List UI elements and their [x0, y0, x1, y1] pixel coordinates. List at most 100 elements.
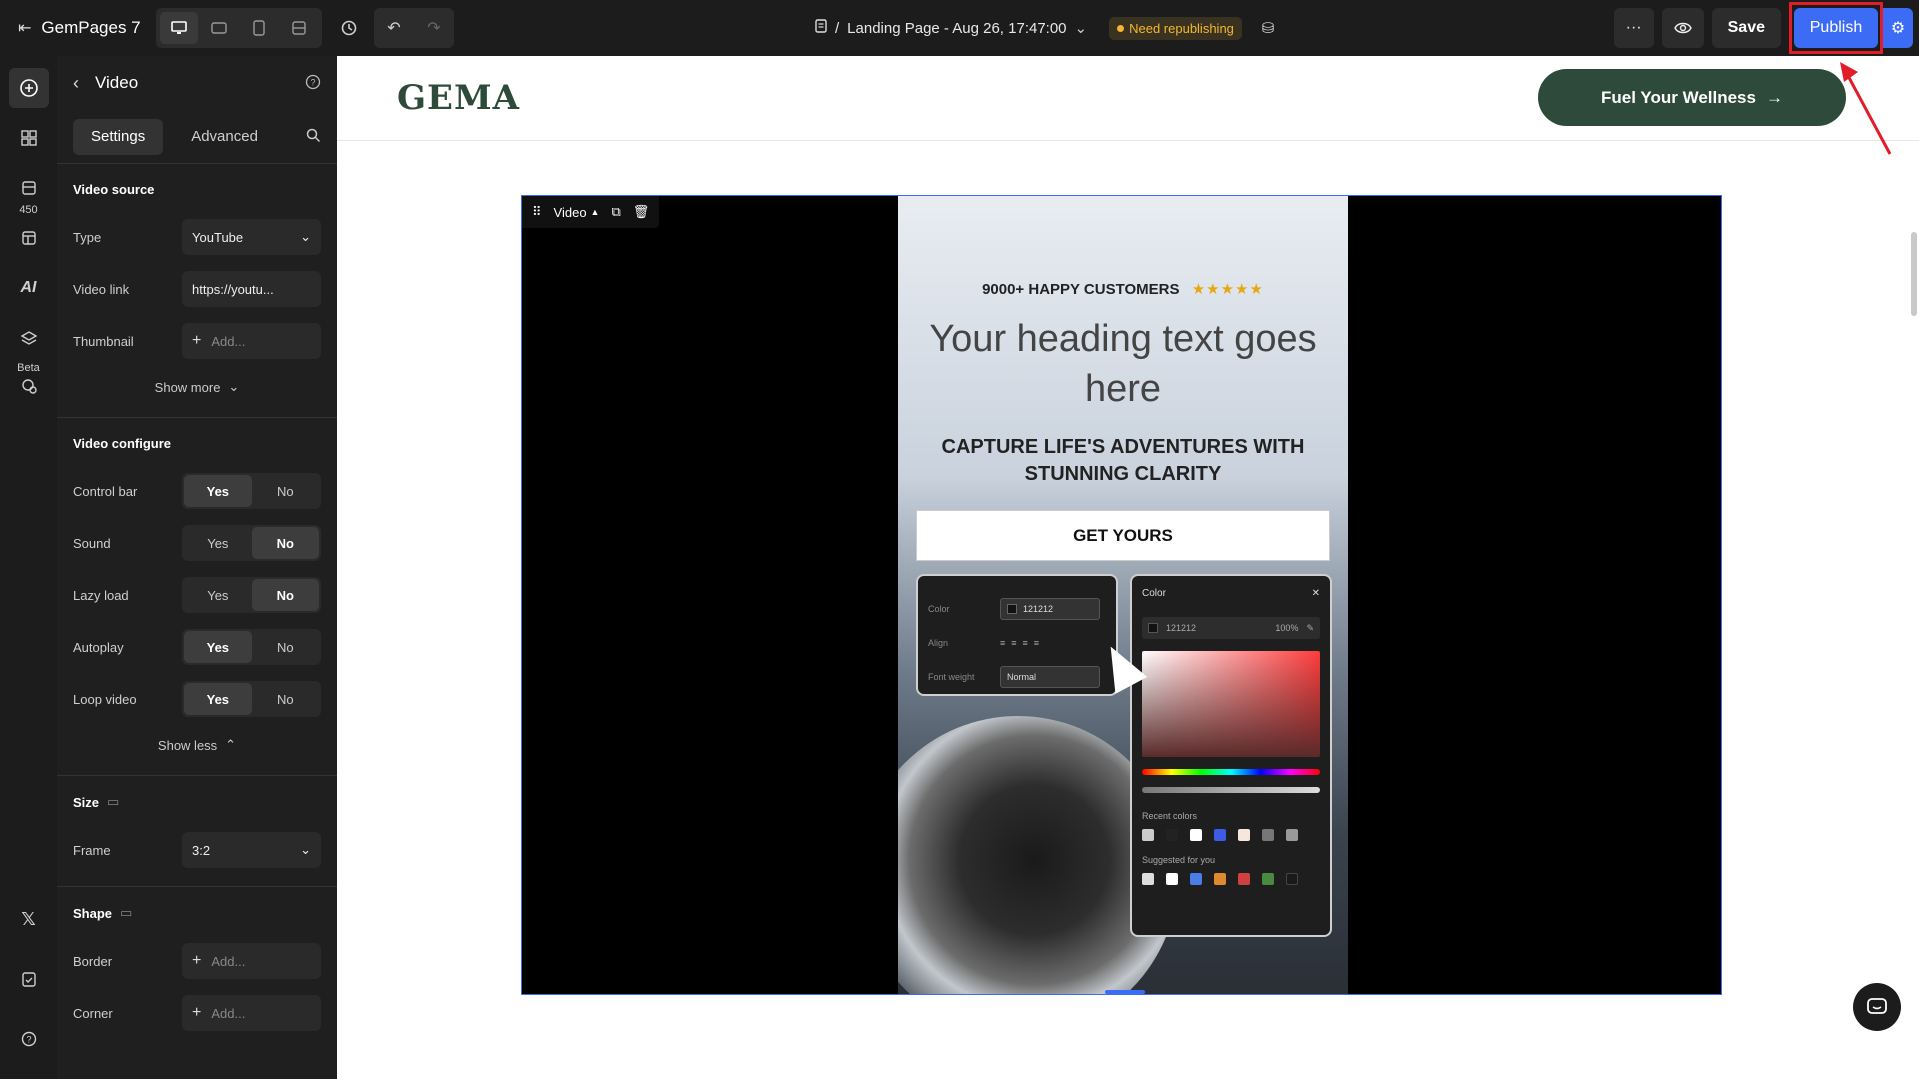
layers-icon[interactable]	[9, 318, 49, 358]
cta-button[interactable]: Fuel Your Wellness →	[1538, 69, 1846, 126]
x-logo-icon[interactable]: 𝕏	[9, 899, 49, 939]
card-align-row: Align ≡≡≡≡	[928, 626, 1106, 660]
video-source-title: Video source	[73, 182, 155, 197]
card-weight-row: Font weight Normal	[928, 660, 1106, 694]
sections-icon[interactable]	[9, 118, 49, 158]
templates-icon[interactable]	[9, 218, 49, 258]
mobile-view-icon[interactable]	[240, 12, 278, 44]
thumbnail-label: Thumbnail	[73, 333, 134, 349]
customers-label: 9000+ HAPPY CUSTOMERS	[982, 281, 1180, 298]
config-row-label: Sound	[73, 535, 111, 551]
no-option[interactable]: No	[251, 527, 320, 559]
video-configure-section: Video configure Control bar Yes No Sound Yes…	[57, 418, 337, 776]
swatch	[1142, 829, 1154, 841]
tablet-landscape-icon[interactable]	[200, 12, 238, 44]
no-option[interactable]: No	[252, 475, 319, 507]
swatch	[1214, 873, 1226, 885]
resize-handle[interactable]	[1105, 990, 1145, 994]
yes-option[interactable]: Yes	[184, 475, 252, 507]
preview-button[interactable]	[1661, 8, 1704, 48]
corner-add[interactable]: + Add...	[182, 995, 321, 1031]
swatch	[1286, 873, 1298, 885]
chevron-down-icon: ⌄	[300, 842, 311, 857]
chevron-down-icon[interactable]: ⌄	[1075, 19, 1088, 37]
undo-icon[interactable]: ↶	[374, 8, 414, 48]
settings-panel: ‹ Video ? Settings Advanced Video source…	[57, 56, 337, 1079]
checklist-icon[interactable]	[9, 959, 49, 999]
canvas-scrollbar[interactable]	[1911, 232, 1917, 316]
responsive-view-icon[interactable]	[280, 12, 318, 44]
config-row: Lazy load Yes No	[73, 569, 321, 621]
yes-option[interactable]: Yes	[184, 683, 252, 715]
type-select[interactable]: YouTube ⌄	[182, 219, 321, 255]
panel-tabs: Settings Advanced	[57, 110, 337, 164]
drag-handle-icon[interactable]: ⠿	[532, 204, 542, 220]
no-option[interactable]: No	[251, 579, 320, 611]
plus-icon: +	[192, 952, 202, 969]
video-color-picker-card: Color ✕ 121212 100% ✎ Recent colors Sugg…	[1130, 574, 1332, 937]
video-element[interactable]: ⠿ Video ▲ ⧉ 🗑 9000+ HAPPY CUSTOMERS ★★★★…	[521, 195, 1722, 995]
history-icon[interactable]	[330, 8, 368, 48]
video-link-value: https://youtu...	[192, 281, 274, 297]
card-color-label: Color	[928, 604, 950, 614]
help-icon[interactable]: ?	[9, 1019, 49, 1059]
show-more-button[interactable]: Show more ⌄	[73, 367, 321, 407]
delete-icon[interactable]: 🗑	[633, 204, 650, 220]
picker-hex: 121212	[1166, 623, 1197, 633]
show-less-label: Show less	[157, 737, 218, 753]
save-button[interactable]: Save	[1711, 8, 1781, 48]
more-options-button[interactable]: ···	[1613, 8, 1654, 48]
undo-redo-group: ↶ ↷	[374, 8, 454, 48]
sync-icon[interactable]: ⛁	[1262, 19, 1275, 37]
video-element-toolbar: ⠿ Video ▲ ⧉ 🗑	[522, 196, 660, 228]
desktop-view-icon[interactable]	[160, 12, 198, 44]
video-customers-text: 9000+ HAPPY CUSTOMERS ★★★★★	[898, 280, 1348, 298]
size-title: Size ▭	[73, 794, 321, 810]
no-option[interactable]: No	[252, 683, 319, 715]
pages-icon[interactable]	[9, 168, 49, 208]
type-label: Type	[73, 229, 102, 245]
publish-settings-gear-icon[interactable]: ⚙	[1883, 8, 1913, 48]
yes-option[interactable]: Yes	[184, 631, 252, 663]
tab-settings[interactable]: Settings	[73, 118, 164, 155]
search-icon[interactable]	[306, 128, 321, 146]
back-chevron-icon[interactable]: ‹	[73, 73, 79, 94]
yes-option[interactable]: Yes	[184, 579, 251, 611]
video-thumbnail[interactable]: 9000+ HAPPY CUSTOMERS ★★★★★ Your heading…	[898, 196, 1348, 994]
video-link-input[interactable]: https://youtu...	[182, 271, 321, 307]
frame-label: Frame	[73, 842, 111, 858]
site-header: GEMA Fuel Your Wellness →	[337, 56, 1919, 141]
suggested-colors-label: Suggested for you	[1142, 855, 1216, 865]
theme-style-icon[interactable]	[9, 366, 49, 406]
chat-support-icon[interactable]	[1853, 983, 1901, 1031]
config-row-label: Autoplay	[73, 639, 124, 655]
site-logo[interactable]: GEMA	[397, 78, 520, 118]
svg-text:?: ?	[310, 77, 315, 87]
recent-swatches	[1142, 829, 1320, 841]
border-add[interactable]: + Add...	[182, 943, 321, 979]
page-title[interactable]: Landing Page - Aug 26, 17:47:00	[847, 20, 1066, 37]
help-circle-icon[interactable]: ?	[305, 74, 321, 93]
yes-option[interactable]: Yes	[184, 527, 251, 559]
redo-icon[interactable]: ↷	[414, 8, 454, 48]
video-toolbar-label[interactable]: Video	[554, 205, 587, 220]
swatch	[1238, 829, 1250, 841]
frame-select[interactable]: 3:2 ⌄	[182, 832, 321, 868]
duplicate-icon[interactable]: ⧉	[611, 204, 620, 220]
caret-up-icon[interactable]: ▲	[591, 207, 600, 217]
hue-slider	[1142, 769, 1320, 775]
config-row-label: Lazy load	[73, 587, 129, 603]
plus-icon: +	[192, 1004, 202, 1021]
show-less-button[interactable]: Show less ⌃	[73, 725, 321, 765]
tab-advanced[interactable]: Advanced	[173, 119, 276, 155]
thumbnail-add[interactable]: + Add...	[182, 323, 321, 359]
shape-title: Shape ▭	[73, 905, 321, 921]
publish-button[interactable]: Publish	[1794, 8, 1878, 48]
no-option[interactable]: No	[252, 631, 319, 663]
exit-icon[interactable]: ⇤	[18, 18, 31, 38]
ai-icon[interactable]: AI	[9, 268, 49, 308]
swatch	[1214, 829, 1226, 841]
add-element-icon[interactable]	[8, 68, 49, 108]
cta-label: Fuel Your Wellness	[1601, 87, 1756, 107]
eyedropper-icon: ✎	[1306, 622, 1314, 633]
